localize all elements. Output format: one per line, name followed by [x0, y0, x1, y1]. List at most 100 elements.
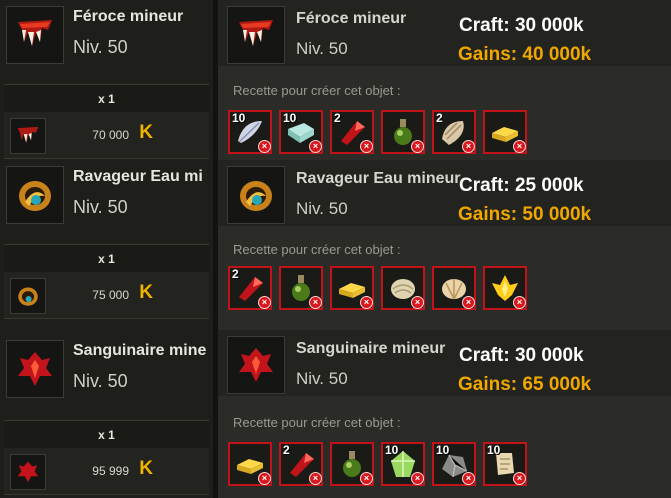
ingredient-slot[interactable]: 10 × [483, 442, 527, 486]
recipe-item-header[interactable]: Sanguinaire mineur Niv. 50 Craft: 30 000… [218, 330, 671, 396]
missing-icon: × [258, 140, 271, 153]
ingredient-list: 2 × × × × × × [228, 266, 527, 310]
ingredient-qty: 10 [487, 443, 501, 457]
recipe-label: Recette pour créer cet objet : [233, 83, 401, 98]
price-value: 70 000 [92, 128, 129, 142]
listing-item-header[interactable]: Sanguinaire mine Niv. 50 [0, 334, 213, 412]
blood-crest-icon [227, 336, 285, 394]
craft-cost: Craft: 30 000k [459, 15, 584, 36]
recipe-label: Recette pour créer cet objet : [233, 415, 401, 430]
water-amulet-icon [10, 278, 46, 314]
price-row[interactable]: 75 000 K [4, 272, 209, 319]
ingredient-slot[interactable]: × [381, 266, 425, 310]
ingredient-qty: 2 [283, 443, 290, 457]
blood-crest-icon [10, 454, 46, 490]
missing-icon: × [462, 472, 475, 485]
missing-icon: × [360, 296, 373, 309]
item-level: Niv. 50 [73, 371, 128, 391]
recipe-panel: Féroce mineur Niv. 50 Craft: 30 000k Gai… [218, 0, 671, 498]
blood-crest-icon [6, 340, 64, 398]
missing-icon: × [513, 472, 526, 485]
ingredient-slot[interactable]: 2 × [228, 266, 272, 310]
gains-value: Gains: 50 000k [458, 204, 592, 225]
ingredient-slot[interactable]: × [483, 266, 527, 310]
gains-value: Gains: 40 000k [458, 44, 592, 65]
missing-icon: × [411, 472, 424, 485]
craft-cost: Craft: 25 000k [459, 175, 584, 196]
ingredient-qty: 10 [232, 111, 246, 125]
quantity-header: x 1 [4, 84, 209, 114]
item-level: Niv. 50 [296, 39, 348, 58]
ingredient-slot[interactable]: 10 × [228, 110, 272, 154]
missing-icon: × [309, 296, 322, 309]
fang-icon [227, 6, 285, 64]
kama-icon: K [139, 122, 153, 143]
water-amulet-icon [6, 166, 64, 224]
shop-listing-panel: Féroce mineur Niv. 50 x 1 70 000 K Ravag… [0, 0, 213, 498]
missing-icon: × [513, 296, 526, 309]
ingredient-qty: 2 [232, 267, 239, 281]
recipe-item-header[interactable]: Ravageur Eau mineur Niv. 50 Craft: 25 00… [218, 160, 671, 226]
ingredient-qty: 10 [385, 443, 399, 457]
ingredient-slot[interactable]: × [432, 266, 476, 310]
water-amulet-icon [227, 166, 285, 224]
item-level: Niv. 50 [296, 199, 348, 218]
item-level: Niv. 50 [73, 197, 128, 217]
quantity-header: x 1 [4, 420, 209, 450]
ingredient-slot[interactable]: × [330, 442, 374, 486]
recipe-block: Ravageur Eau mineur Niv. 50 Craft: 25 00… [218, 160, 671, 330]
recipe-label: Recette pour créer cet objet : [233, 242, 401, 257]
missing-icon: × [360, 472, 373, 485]
kama-icon: K [139, 282, 153, 303]
recipe-block: Féroce mineur Niv. 50 Craft: 30 000k Gai… [218, 0, 671, 160]
item-name: Féroce mineur [296, 10, 407, 27]
missing-icon: × [411, 296, 424, 309]
gains-value: Gains: 65 000k [458, 374, 592, 395]
price-value: 95 999 [92, 464, 129, 478]
ingredient-list: 10 × 10 × 2 × × 2 × × [228, 110, 527, 154]
price-row[interactable]: 95 999 K [4, 448, 209, 495]
ingredient-list: × 2 × × 10 × 10 × 10 × [228, 442, 527, 486]
craft-cost: Craft: 30 000k [459, 345, 584, 366]
missing-icon: × [411, 140, 424, 153]
ingredient-slot[interactable]: 2 × [330, 110, 374, 154]
fang-icon [10, 118, 46, 154]
missing-icon: × [513, 140, 526, 153]
missing-icon: × [360, 140, 373, 153]
missing-icon: × [258, 296, 271, 309]
listing-item-header[interactable]: Féroce mineur Niv. 50 [0, 0, 213, 78]
ingredient-slot[interactable]: 10 × [432, 442, 476, 486]
missing-icon: × [462, 140, 475, 153]
ingredient-slot[interactable]: × [381, 110, 425, 154]
missing-icon: × [309, 140, 322, 153]
ingredient-slot[interactable]: 10 × [381, 442, 425, 486]
item-name: Ravageur Eau mineur [296, 170, 461, 187]
missing-icon: × [258, 472, 271, 485]
recipe-block: Sanguinaire mineur Niv. 50 Craft: 30 000… [218, 330, 671, 498]
ingredient-slot[interactable]: × [483, 110, 527, 154]
ingredient-qty: 2 [334, 111, 341, 125]
kama-icon: K [139, 458, 153, 479]
ingredient-qty: 10 [436, 443, 450, 457]
ingredient-slot[interactable]: 10 × [279, 110, 323, 154]
fang-icon [6, 6, 64, 64]
recipe-item-header[interactable]: Féroce mineur Niv. 50 Craft: 30 000k Gai… [218, 0, 671, 66]
item-level: Niv. 50 [73, 37, 128, 57]
ingredient-qty: 2 [436, 111, 443, 125]
item-name: Féroce mineur [73, 8, 184, 25]
ingredient-slot[interactable]: 2 × [279, 442, 323, 486]
missing-icon: × [309, 472, 322, 485]
item-level: Niv. 50 [296, 369, 348, 388]
ingredient-slot[interactable]: × [279, 266, 323, 310]
price-value: 75 000 [92, 288, 129, 302]
ingredient-slot[interactable]: 2 × [432, 110, 476, 154]
item-name: Sanguinaire mineur [296, 340, 446, 357]
missing-icon: × [462, 296, 475, 309]
quantity-header: x 1 [4, 244, 209, 274]
price-row[interactable]: 70 000 K [4, 112, 209, 159]
listing-item-header[interactable]: Ravageur Eau mi Niv. 50 [0, 160, 213, 238]
ingredient-slot[interactable]: × [330, 266, 374, 310]
item-name: Ravageur Eau mi [73, 168, 203, 185]
ingredient-slot[interactable]: × [228, 442, 272, 486]
item-name: Sanguinaire mine [73, 342, 207, 359]
